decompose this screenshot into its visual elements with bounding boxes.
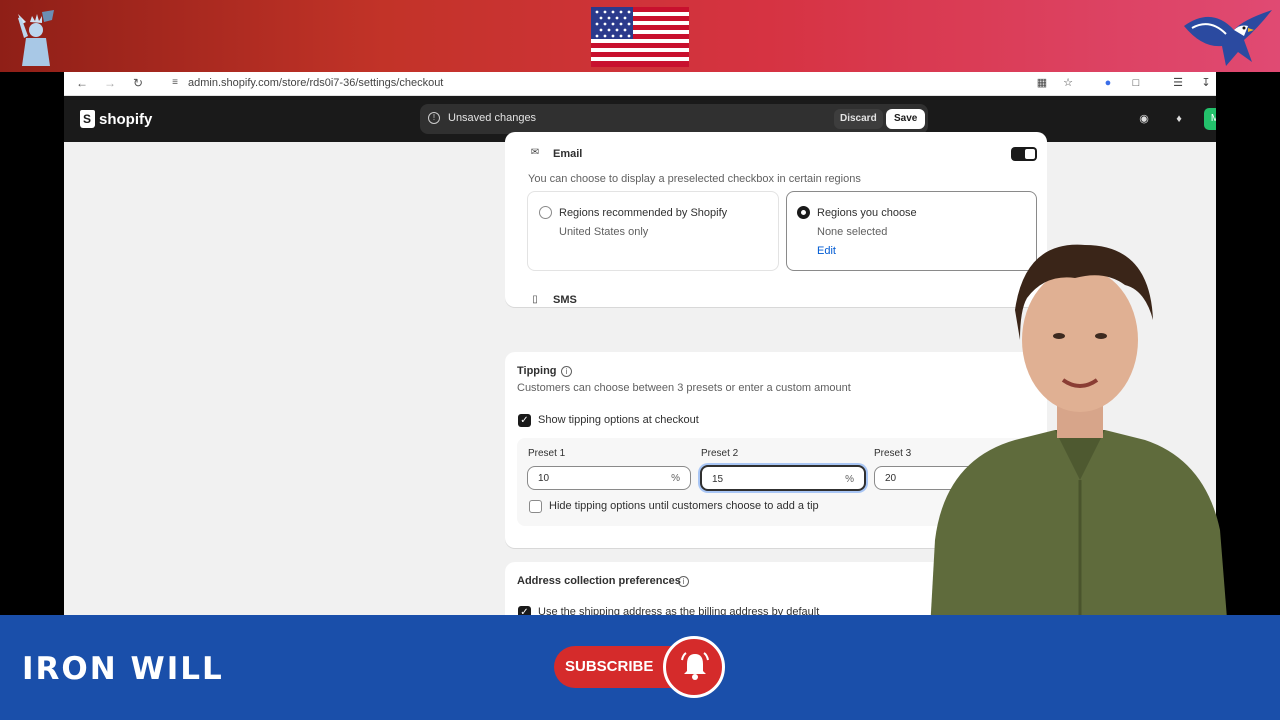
option-regions-recommended[interactable]: Regions recommended by Shopify United St…: [527, 191, 779, 271]
option-title: Regions recommended by Shopify: [559, 207, 728, 219]
sms-label: SMS: [553, 294, 577, 306]
notification-bell-button[interactable]: [663, 636, 725, 698]
tipping-title: Tipping: [517, 365, 557, 377]
edit-regions-link[interactable]: Edit: [817, 245, 836, 257]
save-button[interactable]: Save: [886, 109, 926, 129]
show-tipping-label: Show tipping options at checkout: [538, 414, 699, 426]
preset-2-label: Preset 2: [701, 448, 739, 459]
logo-text: shopify: [99, 110, 153, 128]
shopify-bag-icon: [80, 110, 95, 128]
preset-1-input[interactable]: 10 %: [527, 466, 691, 490]
preset-value: 20: [885, 473, 897, 484]
email-label: Email: [553, 148, 583, 160]
statue-of-liberty-icon: [18, 10, 54, 66]
preset-value: 15: [712, 474, 724, 485]
address-bar: ← → ↻ ≡ admin.shopify.com/store/rds0i7-3…: [64, 72, 1216, 96]
unsaved-text: Unsaved changes: [448, 112, 537, 124]
extensions-puzzle-icon[interactable]: □: [1128, 75, 1144, 91]
billing-address-label: Use the shipping address as the billing …: [538, 606, 820, 615]
shopify-logo[interactable]: shopify: [80, 109, 152, 129]
alert-icon: !: [428, 112, 440, 124]
subscribe-label: SUBSCRIBE: [565, 658, 654, 675]
info-icon[interactable]: i: [678, 576, 689, 587]
tipping-description: Customers can choose between 3 presets o…: [517, 382, 851, 394]
radio-regions-recommended[interactable]: [539, 206, 552, 219]
bookmark-star-icon[interactable]: ☆: [1060, 75, 1076, 91]
option-title: Regions you choose: [817, 207, 917, 219]
eagle-icon: [1184, 10, 1272, 66]
reload-icon[interactable]: ↻: [130, 75, 146, 91]
hide-tipping-label: Hide tipping options until customers cho…: [549, 500, 819, 512]
email-toggle[interactable]: [1011, 147, 1037, 161]
bell-icon: [681, 652, 709, 680]
download-icon[interactable]: ↧: [1198, 75, 1214, 91]
option-subtitle: None selected: [817, 226, 888, 238]
url-text[interactable]: admin.shopify.com/store/rds0i7-36/settin…: [188, 77, 443, 89]
mobile-phone-icon: ▯: [532, 294, 538, 305]
preset-1-label: Preset 1: [528, 448, 566, 459]
site-settings-icon[interactable]: ≡: [168, 76, 182, 90]
radio-regions-you-choose[interactable]: [797, 206, 810, 219]
billing-address-checkbox[interactable]: ✓: [518, 606, 531, 615]
option-subtitle: United States only: [559, 226, 649, 238]
american-flag-icon: [591, 7, 689, 67]
forward-arrow-icon[interactable]: →: [102, 75, 118, 91]
playlist-icon[interactable]: ☰: [1170, 75, 1186, 91]
hide-tipping-checkbox[interactable]: [529, 500, 542, 513]
preset-value: 10: [538, 473, 550, 484]
avatar[interactable]: M: [1204, 108, 1216, 130]
preset-2-input[interactable]: 15 %: [700, 465, 866, 491]
show-tipping-checkbox[interactable]: ✓: [518, 414, 531, 427]
email-icon: ✉: [530, 147, 540, 158]
sidekick-icon[interactable]: ◉: [1137, 112, 1151, 126]
percent-suffix: %: [671, 473, 680, 484]
address-title: Address collection preferences: [517, 575, 681, 587]
email-description: You can choose to display a preselected …: [528, 173, 861, 185]
percent-suffix: %: [845, 474, 854, 485]
back-arrow-icon[interactable]: ←: [74, 75, 90, 91]
unsaved-changes-bar: ! Unsaved changes Discard Save: [420, 104, 928, 134]
video-frame: { "browser": { "url": "admin.shopify.com…: [0, 0, 1280, 720]
notification-bell-icon[interactable]: ♦: [1172, 112, 1186, 126]
discard-button[interactable]: Discard: [834, 109, 883, 129]
translate-icon[interactable]: ▦: [1034, 75, 1050, 91]
channel-name: IRON WILL: [22, 651, 224, 687]
info-icon[interactable]: i: [561, 366, 572, 377]
extension-icon[interactable]: ●: [1100, 75, 1116, 91]
